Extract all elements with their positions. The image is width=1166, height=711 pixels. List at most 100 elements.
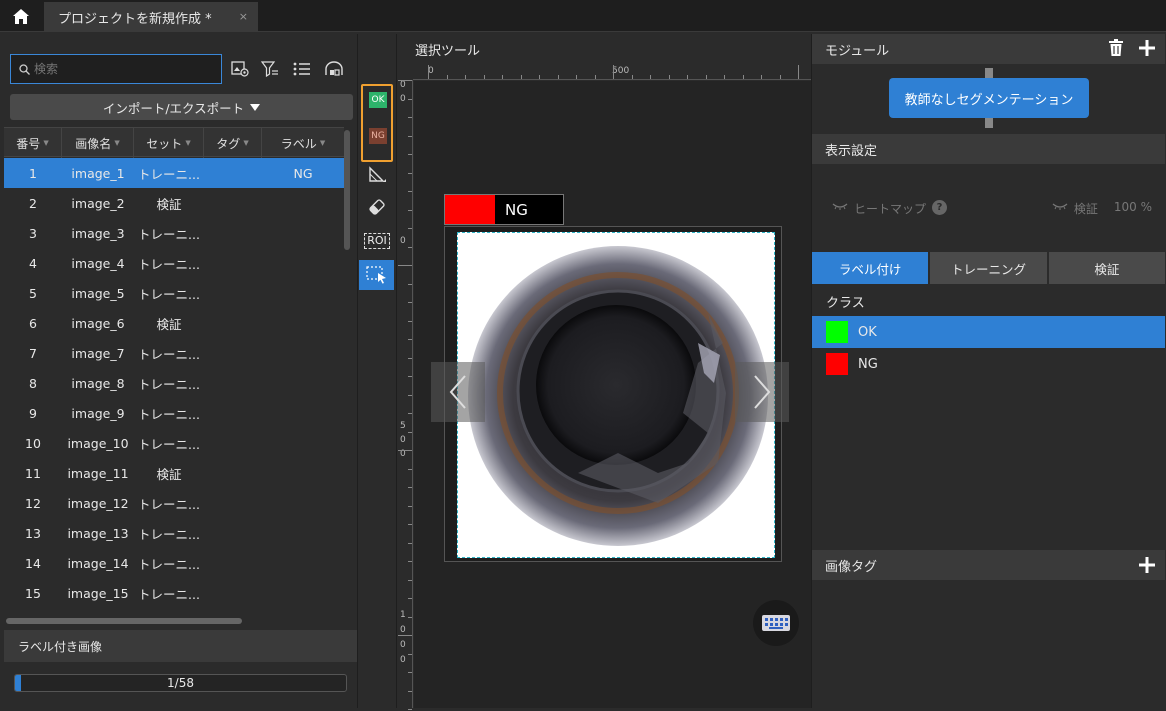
table-row[interactable]: 1 image_1 トレーニ... NG bbox=[4, 158, 344, 188]
ruler-tick bbox=[687, 75, 688, 79]
polygon-tool-icon[interactable] bbox=[358, 160, 396, 190]
table-row[interactable]: 9 image_9 トレーニ... bbox=[4, 398, 344, 428]
inspection-image[interactable] bbox=[457, 232, 775, 558]
table-cell-tag bbox=[204, 488, 262, 518]
table-row[interactable]: 7 image_7 トレーニ... bbox=[4, 338, 344, 368]
class-item-ng[interactable]: NG bbox=[812, 348, 1165, 380]
ruler-tick bbox=[408, 561, 412, 562]
table-cell-label bbox=[262, 338, 344, 368]
tab-new-project[interactable]: プロジェクトを新規作成 * × bbox=[44, 2, 258, 32]
ruler-tick bbox=[761, 75, 762, 79]
col-header-tag[interactable]: タグ ▼ bbox=[204, 128, 262, 158]
table-cell-no: 9 bbox=[29, 405, 37, 421]
col-header-label[interactable]: ラベル ▼ bbox=[262, 128, 344, 158]
ruler-tick bbox=[798, 65, 799, 79]
table-cell-label bbox=[262, 218, 344, 248]
tab-labeling[interactable]: ラベル付け bbox=[812, 252, 929, 284]
table-cell-no: 1 bbox=[29, 165, 37, 181]
table-cell-name: image_13 bbox=[67, 525, 129, 541]
table-cell-name: image_10 bbox=[67, 435, 129, 451]
ruler-tick bbox=[408, 542, 412, 544]
table-cell-name: image_2 bbox=[71, 195, 125, 211]
table-cell-tag bbox=[204, 188, 262, 218]
filter-icon[interactable] bbox=[258, 58, 282, 80]
search-input[interactable] bbox=[34, 62, 214, 76]
ng-class-button[interactable]: NG bbox=[369, 128, 387, 144]
module-header: モジュール bbox=[812, 34, 1165, 64]
help-icon[interactable]: ? bbox=[932, 200, 948, 215]
add-image-tag-icon[interactable] bbox=[1138, 556, 1156, 578]
next-image-button[interactable] bbox=[735, 362, 789, 422]
ruler-tick bbox=[408, 468, 412, 470]
heatmap-toggle-icon[interactable] bbox=[832, 200, 848, 217]
verify-toggle-icon[interactable] bbox=[1052, 200, 1068, 217]
table-row[interactable]: 2 image_2 検証 bbox=[4, 188, 344, 218]
label-toolstrip: OK NG ROI bbox=[357, 34, 395, 708]
table-row[interactable]: 12 image_12 トレーニ... bbox=[4, 488, 344, 518]
table-row[interactable]: 15 image_15 トレーニ... bbox=[4, 578, 344, 608]
image-filter-icon[interactable] bbox=[228, 58, 252, 80]
table-cell-set: トレーニ... bbox=[138, 496, 200, 512]
table-cell-no: 14 bbox=[25, 555, 41, 571]
table-cell-name: image_15 bbox=[67, 585, 129, 601]
canvas-workspace[interactable]: NG bbox=[414, 81, 812, 708]
ruler-tick bbox=[398, 450, 412, 451]
chevron-left-icon bbox=[449, 375, 466, 409]
horizontal-scrollbar[interactable] bbox=[6, 618, 242, 624]
col-header-image-name[interactable]: 画像名 ▼ bbox=[62, 128, 134, 158]
col-header-number[interactable]: 番号 ▼ bbox=[4, 128, 62, 158]
table-row[interactable]: 5 image_5 トレーニ... bbox=[4, 278, 344, 308]
add-module-icon[interactable] bbox=[1138, 39, 1156, 61]
tab-training[interactable]: トレーニング bbox=[930, 252, 1047, 284]
col-header-set[interactable]: セット ▼ bbox=[134, 128, 204, 158]
ruler-tick bbox=[408, 135, 412, 137]
table-row[interactable]: 4 image_4 トレーニ... bbox=[4, 248, 344, 278]
delete-module-icon[interactable] bbox=[1108, 39, 1124, 61]
home-icon[interactable] bbox=[6, 4, 36, 28]
ruler-label: 500 bbox=[612, 66, 630, 76]
class-header: クラス bbox=[812, 285, 1165, 317]
table-cell-tag bbox=[204, 518, 262, 548]
table-row[interactable]: 6 image_6 検証 bbox=[4, 308, 344, 338]
select-tool-icon[interactable] bbox=[359, 260, 394, 290]
table-row[interactable]: 13 image_13 トレーニ... bbox=[4, 518, 344, 548]
table-cell-set: トレーニ... bbox=[138, 256, 200, 272]
table-cell-set: 検証 bbox=[156, 196, 182, 212]
eraser-icon[interactable] bbox=[358, 192, 396, 222]
table-cell-label bbox=[262, 308, 344, 338]
ruler-tick bbox=[408, 339, 412, 340]
keyboard-shortcuts-button[interactable] bbox=[753, 600, 799, 646]
verify-label: 検証 bbox=[1073, 202, 1098, 216]
table-row[interactable]: 3 image_3 トレーニ... bbox=[4, 218, 344, 248]
table-cell-tag bbox=[204, 578, 262, 608]
vertical-scrollbar[interactable] bbox=[344, 130, 350, 250]
table-cell-tag bbox=[204, 548, 262, 578]
verify-percent: 100 % bbox=[1113, 200, 1152, 214]
unsupervised-segmentation-module[interactable]: 教師なしセグメンテーション bbox=[889, 78, 1089, 118]
list-view-icon[interactable] bbox=[290, 58, 314, 80]
table-row[interactable]: 10 image_10 トレーニ... bbox=[4, 428, 344, 458]
image-label-text: NG bbox=[505, 200, 528, 219]
ruler-tick bbox=[408, 653, 412, 655]
table-row[interactable]: 8 image_8 トレーニ... bbox=[4, 368, 344, 398]
ruler-tick bbox=[408, 209, 412, 211]
class-item-ok[interactable]: OK bbox=[812, 316, 1165, 348]
table-cell-set: トレーニ... bbox=[138, 286, 200, 302]
table-cell-no: 5 bbox=[29, 285, 37, 301]
ruler-tick bbox=[576, 75, 577, 79]
image-tag-header: 画像タグ bbox=[812, 550, 1165, 580]
search-box[interactable] bbox=[10, 54, 222, 84]
ok-class-button[interactable]: OK bbox=[369, 92, 387, 108]
table-cell-name: image_7 bbox=[71, 345, 125, 361]
roi-tool-icon[interactable]: ROI bbox=[358, 226, 396, 256]
prev-image-button[interactable] bbox=[431, 362, 485, 422]
table-row[interactable]: 14 image_14 トレーニ... bbox=[4, 548, 344, 578]
ruler-label: 0 bbox=[400, 94, 406, 104]
import-export-button[interactable]: インポート/エクスポート bbox=[10, 94, 353, 120]
table-cell-set: トレーニ... bbox=[138, 226, 200, 242]
import-export-label: インポート/エクスポート bbox=[102, 100, 245, 116]
table-row[interactable]: 11 image_11 検証 bbox=[4, 458, 344, 488]
display-mode-icon[interactable] bbox=[322, 58, 346, 80]
tab-close-icon[interactable]: × bbox=[239, 10, 248, 23]
tab-validation[interactable]: 検証 bbox=[1048, 252, 1165, 284]
